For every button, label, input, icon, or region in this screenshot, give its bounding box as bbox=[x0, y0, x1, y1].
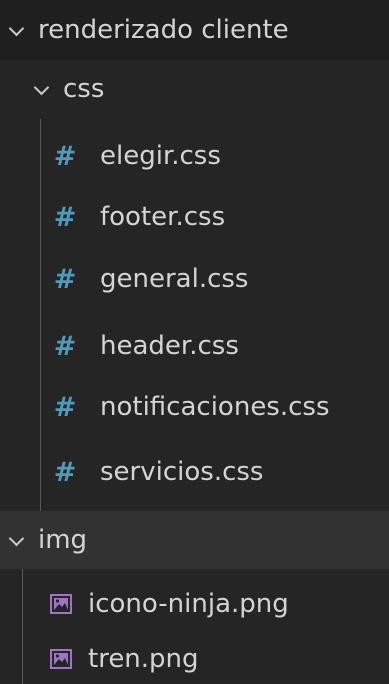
file-notificaciones-css[interactable]: # notificaciones.css bbox=[0, 378, 389, 436]
chevron-down-icon[interactable] bbox=[34, 82, 49, 97]
file-label: general.css bbox=[100, 264, 249, 294]
file-header-css[interactable]: # header.css bbox=[0, 317, 389, 375]
image-file-icon bbox=[50, 649, 72, 669]
folder-label: img bbox=[38, 525, 88, 555]
chevron-down-icon[interactable] bbox=[9, 23, 24, 38]
css-hash-icon: # bbox=[53, 263, 77, 295]
file-footer-css[interactable]: # footer.css bbox=[0, 188, 389, 246]
file-label: icono-ninja.png bbox=[88, 589, 289, 619]
css-hash-icon: # bbox=[53, 140, 77, 172]
file-servicios-css[interactable]: # servicios.css bbox=[0, 443, 389, 501]
chevron-down-icon[interactable] bbox=[9, 533, 24, 548]
file-label: elegir.css bbox=[100, 141, 221, 171]
css-hash-icon: # bbox=[53, 391, 77, 423]
file-icono-ninja-png[interactable]: icono-ninja.png bbox=[0, 575, 389, 633]
file-label: tren.png bbox=[88, 644, 199, 674]
file-general-css[interactable]: # general.css bbox=[0, 250, 389, 308]
file-label: footer.css bbox=[100, 202, 226, 232]
css-hash-icon: # bbox=[53, 201, 77, 233]
folder-css[interactable]: css bbox=[0, 60, 389, 118]
image-file-icon bbox=[50, 594, 72, 614]
file-label: servicios.css bbox=[100, 457, 264, 487]
css-hash-icon: # bbox=[53, 456, 77, 488]
file-explorer-tree: renderizado cliente css # elegir.css # f… bbox=[0, 0, 389, 684]
folder-label: css bbox=[63, 74, 105, 104]
css-hash-icon: # bbox=[53, 330, 77, 362]
file-tren-png[interactable]: tren.png bbox=[0, 630, 389, 684]
file-label: notificaciones.css bbox=[100, 392, 330, 422]
file-label: header.css bbox=[100, 331, 239, 361]
file-elegir-css[interactable]: # elegir.css bbox=[0, 127, 389, 185]
folder-renderizado-cliente[interactable]: renderizado cliente bbox=[0, 0, 389, 60]
folder-img[interactable]: img bbox=[0, 511, 389, 569]
folder-label: renderizado cliente bbox=[38, 15, 289, 45]
